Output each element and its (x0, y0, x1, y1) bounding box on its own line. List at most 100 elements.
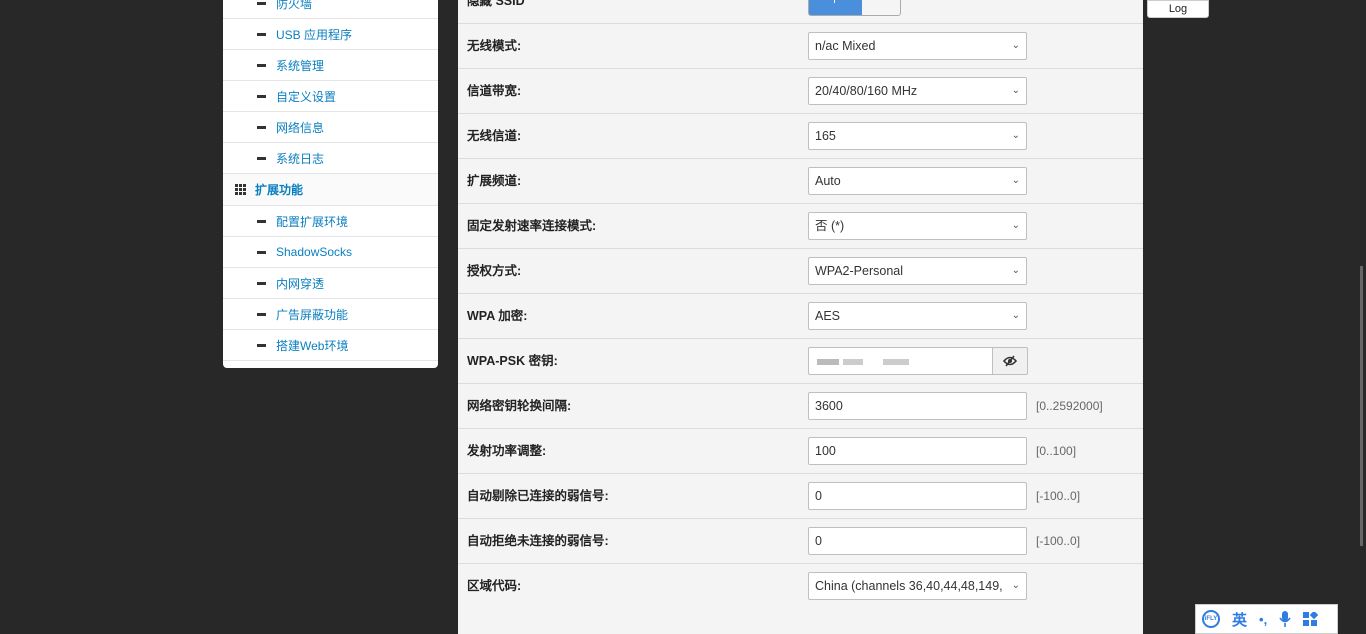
dash-icon (257, 125, 266, 129)
obscured-text (817, 359, 839, 365)
fixed-rate-select[interactable]: 否 (*) ⌄ (808, 212, 1027, 240)
sidebar-item-label: 网络信息 (276, 120, 325, 135)
hide-ssid-toggle[interactable] (808, 0, 901, 16)
setting-row-region: 区域代码: China (channels 36,40,44,48,149, ⌄ (458, 564, 1143, 609)
setting-label: WPA 加密: (467, 309, 528, 323)
setting-row-channel: 无线信道: 165 ⌄ (458, 114, 1143, 159)
sidebar-item-shadowsocks[interactable]: ShadowSocks (223, 237, 438, 268)
kick-weak-signal-input[interactable]: 0 (808, 482, 1027, 510)
setting-label: 自动剔除已连接的弱信号: (467, 489, 609, 503)
sidebar-item-custom-settings[interactable]: 自定义设置 (223, 81, 438, 112)
sidebar-group-extensions[interactable]: 扩展功能 (223, 174, 438, 206)
setting-label: 隐藏 SSID (467, 0, 525, 8)
dash-icon (257, 250, 266, 254)
setting-row-wpa-psk: WPA-PSK 密钥: (458, 339, 1143, 384)
grid-icon (235, 184, 246, 195)
rekey-interval-input[interactable]: 3600 (808, 392, 1027, 420)
setting-row-tx-power: 发射功率调整: 100 [0..100] (458, 429, 1143, 474)
sidebar-item-label: 配置扩展环境 (276, 214, 349, 229)
sidebar-item-web-env[interactable]: 搭建Web环境 (223, 330, 438, 361)
apps-grid-icon[interactable] (1303, 611, 1319, 627)
chevron-down-icon: ⌄ (1011, 175, 1020, 186)
setting-label: 无线模式: (467, 39, 522, 53)
input-value: 0 (815, 534, 822, 548)
ime-language-toggle[interactable]: 英 (1232, 609, 1247, 630)
chevron-down-icon: ⌄ (1011, 265, 1020, 276)
log-button[interactable]: Log (1147, 0, 1209, 18)
setting-label: 信道带宽: (467, 84, 522, 98)
input-value: 3600 (815, 399, 843, 413)
sidebar-item-label: 内网穿透 (276, 276, 325, 291)
setting-row-reject-weak: 自动拒绝未连接的弱信号: 0 [-100..0] (458, 519, 1143, 564)
region-code-select[interactable]: China (channels 36,40,44,48,149, ⌄ (808, 572, 1027, 600)
chevron-down-icon: ⌄ (1011, 85, 1020, 96)
setting-row-ext-channel: 扩展频道: Auto ⌄ (458, 159, 1143, 204)
setting-row-wpa-encrypt: WPA 加密: AES ⌄ (458, 294, 1143, 339)
sidebar-item-firewall[interactable]: 防火墙 (223, 0, 438, 19)
sidebar-item-label: USB 应用程序 (276, 27, 353, 42)
dash-icon (257, 343, 266, 347)
sidebar-item-label: 系统日志 (276, 151, 325, 166)
sidebar-item-network-info[interactable]: 网络信息 (223, 112, 438, 143)
select-value: AES (815, 309, 841, 323)
dash-icon (257, 312, 266, 316)
sidebar-item-label: 自定义设置 (276, 89, 337, 104)
wpa-psk-input[interactable] (808, 347, 993, 375)
setting-row-wireless-mode: 无线模式: n/ac Mixed ⌄ (458, 24, 1143, 69)
setting-row-fixed-rate: 固定发射速率连接模式: 否 (*) ⌄ (458, 204, 1143, 249)
setting-label: 区域代码: (467, 579, 522, 593)
toggle-knob (834, 0, 835, 3)
sidebar-item-label: 搭建Web环境 (276, 338, 349, 353)
obscured-text (883, 359, 909, 365)
select-value: China (channels 36,40,44,48,149, (815, 579, 1003, 593)
auth-mode-select[interactable]: WPA2-Personal ⌄ (808, 257, 1027, 285)
sidebar-item-system-admin[interactable]: 系统管理 (223, 50, 438, 81)
ime-punctuation-toggle[interactable]: •, (1259, 612, 1267, 627)
dash-icon (257, 281, 266, 285)
select-value: 否 (*) (815, 219, 845, 233)
eye-slash-icon (1003, 355, 1017, 367)
sidebar-item-nat-traversal[interactable]: 内网穿透 (223, 268, 438, 299)
sidebar-item-adblock[interactable]: 广告屏蔽功能 (223, 299, 438, 330)
wpa-psk-group (808, 347, 1028, 375)
chevron-down-icon: ⌄ (1011, 310, 1020, 321)
setting-row-hide-ssid: 隐藏 SSID (458, 0, 1143, 24)
range-hint: [0..2592000] (1036, 399, 1103, 413)
tx-power-input[interactable]: 100 (808, 437, 1027, 465)
sidebar-item-label: ShadowSocks (276, 245, 353, 259)
microphone-icon[interactable] (1279, 611, 1291, 627)
chevron-down-icon: ⌄ (1011, 130, 1020, 141)
chevron-down-icon: ⌄ (1011, 580, 1020, 591)
select-value: n/ac Mixed (815, 39, 876, 53)
wireless-mode-select[interactable]: n/ac Mixed ⌄ (808, 32, 1027, 60)
ext-channel-select[interactable]: Auto ⌄ (808, 167, 1027, 195)
wpa-encrypt-select[interactable]: AES ⌄ (808, 302, 1027, 330)
dash-icon (257, 219, 266, 223)
dash-icon (257, 32, 266, 36)
channel-select[interactable]: 165 ⌄ (808, 122, 1027, 150)
ifly-logo-icon[interactable]: iFLY (1202, 610, 1220, 628)
reject-weak-signal-input[interactable]: 0 (808, 527, 1027, 555)
input-value: 100 (815, 444, 836, 458)
dash-icon (257, 1, 266, 5)
page-scrollbar[interactable] (1360, 266, 1363, 546)
dash-icon (257, 156, 266, 160)
sidebar-item-system-log[interactable]: 系统日志 (223, 143, 438, 174)
chevron-down-icon: ⌄ (1011, 40, 1020, 51)
setting-label: 网络密钥轮换间隔: (467, 399, 572, 413)
sidebar-item-usb[interactable]: USB 应用程序 (223, 19, 438, 50)
dash-icon (257, 94, 266, 98)
dash-icon (257, 63, 266, 67)
select-value: Auto (815, 174, 841, 188)
range-hint: [0..100] (1036, 444, 1077, 458)
toggle-password-visibility-button[interactable] (992, 347, 1028, 375)
select-value: 165 (815, 129, 836, 143)
bandwidth-select[interactable]: 20/40/80/160 MHz ⌄ (808, 77, 1027, 105)
sidebar-item-ext-env[interactable]: 配置扩展环境 (223, 206, 438, 237)
ime-toolbar: iFLY 英 •, (1195, 604, 1338, 634)
range-hint: [-100..0] (1036, 489, 1081, 503)
setting-label: 授权方式: (467, 264, 522, 278)
wireless-settings-panel: 隐藏 SSID 无线模式: n/ac Mixed ⌄ 信道带宽: 20/40/80… (458, 0, 1143, 634)
setting-label: 固定发射速率连接模式: (467, 219, 597, 233)
setting-label: 扩展频道: (467, 174, 522, 188)
